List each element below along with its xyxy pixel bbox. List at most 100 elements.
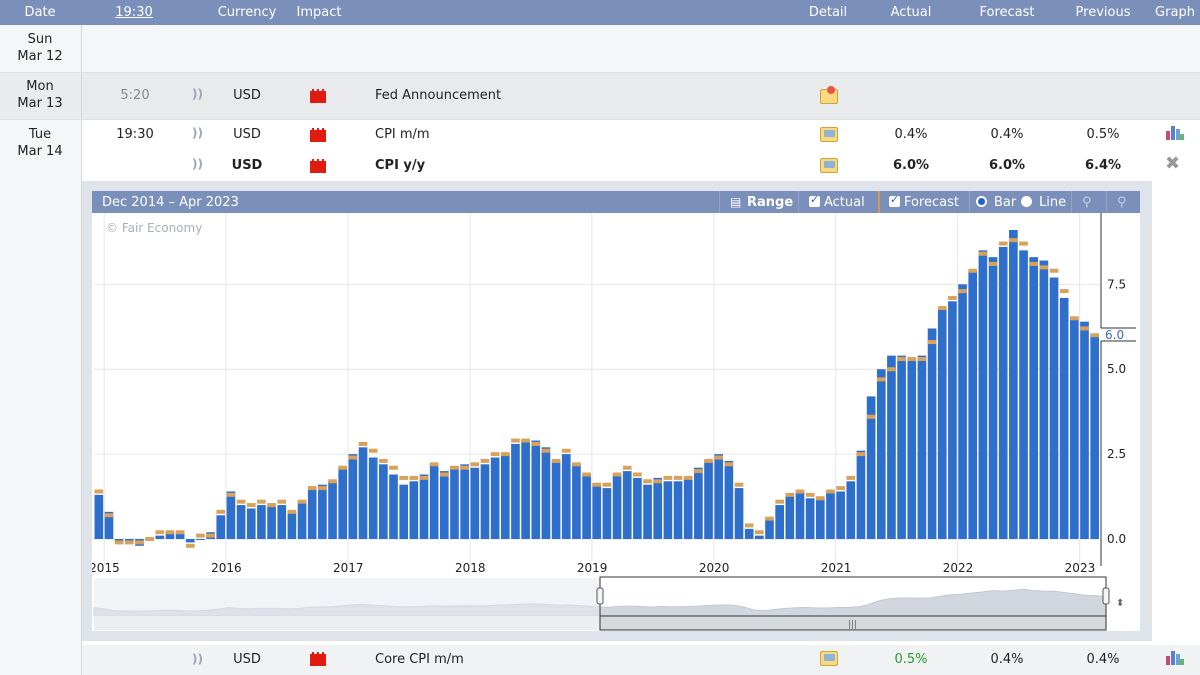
forecast-marker[interactable] — [937, 306, 947, 311]
actual-bar[interactable] — [531, 440, 541, 540]
forecast-marker[interactable] — [206, 533, 215, 538]
forecast-marker[interactable] — [318, 486, 327, 491]
actual-bar[interactable] — [389, 474, 398, 540]
forecast-marker[interactable] — [155, 530, 165, 535]
forecast-marker[interactable] — [267, 503, 276, 508]
actual-bar[interactable] — [358, 447, 368, 540]
forecast-marker[interactable] — [998, 241, 1008, 246]
actual-bar[interactable] — [511, 443, 520, 540]
actual-bar[interactable] — [399, 484, 409, 540]
close-graph-icon[interactable]: ✖ — [1165, 153, 1180, 174]
actual-bar[interactable] — [1029, 257, 1039, 540]
actual-bar[interactable] — [714, 454, 724, 540]
actual-bar[interactable] — [795, 491, 805, 540]
zoom-out-button[interactable]: ⚲ — [1106, 191, 1140, 213]
forecast-marker[interactable] — [755, 530, 764, 535]
forecast-marker[interactable] — [216, 509, 226, 514]
forecast-marker[interactable] — [399, 475, 409, 480]
forecast-marker[interactable] — [866, 414, 876, 419]
actual-bar[interactable] — [267, 505, 276, 540]
forecast-marker[interactable] — [307, 486, 317, 491]
event-name[interactable]: Fed Announcement — [375, 88, 501, 103]
detail-folder-icon[interactable] — [820, 127, 838, 142]
range-button[interactable]: ▤ Range — [719, 191, 798, 213]
actual-bar[interactable] — [561, 454, 571, 540]
forecast-marker[interactable] — [602, 482, 612, 487]
bar-chart-icon[interactable] — [1166, 124, 1184, 140]
forecast-marker[interactable] — [104, 513, 114, 518]
actual-bar[interactable] — [673, 481, 683, 540]
actual-bar[interactable] — [643, 484, 652, 540]
forecast-marker[interactable] — [246, 503, 256, 508]
actual-bar[interactable] — [622, 471, 632, 540]
actual-bar[interactable] — [887, 355, 896, 540]
actual-bar[interactable] — [1009, 229, 1018, 540]
forecast-marker[interactable] — [1049, 268, 1059, 273]
forecast-marker[interactable] — [897, 357, 906, 362]
actual-bar[interactable] — [948, 301, 957, 540]
actual-bar[interactable] — [704, 460, 713, 540]
forecast-marker[interactable] — [775, 499, 784, 504]
forecast-marker[interactable] — [724, 462, 734, 467]
actual-bar[interactable] — [683, 477, 693, 540]
actual-bar[interactable] — [775, 505, 784, 540]
actual-bar[interactable] — [429, 464, 439, 540]
actual-bar[interactable] — [978, 250, 988, 540]
scroll-arrows-icon[interactable]: ⬍ — [1116, 598, 1124, 609]
forecast-marker[interactable] — [500, 452, 510, 457]
actual-bar[interactable] — [917, 355, 927, 540]
actual-bar[interactable] — [805, 498, 815, 540]
bar-radio[interactable] — [976, 196, 987, 207]
cpi-yy-chart[interactable]: © Fair Economy 0.0 2.5 5.0 7.5 6.0 2015 2016 201… — [89, 213, 1140, 631]
forecast-marker[interactable] — [257, 499, 266, 504]
actual-bar[interactable] — [856, 450, 866, 540]
actual-bar[interactable] — [185, 539, 195, 543]
forecast-marker[interactable] — [1059, 289, 1069, 294]
forecast-marker[interactable] — [165, 530, 175, 535]
forecast-marker[interactable] — [805, 492, 815, 497]
line-radio[interactable] — [1021, 196, 1032, 207]
actual-bar[interactable] — [379, 464, 388, 540]
actual-bar[interactable] — [815, 498, 825, 540]
forecast-marker[interactable] — [389, 465, 398, 470]
forecast-marker[interactable] — [1090, 333, 1099, 338]
actual-bar[interactable] — [602, 488, 612, 540]
actual-bar[interactable] — [785, 494, 795, 540]
forecast-marker[interactable] — [653, 479, 663, 484]
table-row[interactable]: )) USD Core CPI m/m 0.5% 0.4% 0.4% — [82, 645, 1200, 675]
forecast-marker[interactable] — [297, 499, 307, 504]
actual-bar[interactable] — [897, 355, 906, 540]
forecast-marker[interactable] — [795, 489, 805, 494]
actual-bar[interactable] — [287, 511, 297, 540]
actual-bar[interactable] — [836, 491, 845, 540]
forecast-marker[interactable] — [551, 458, 561, 463]
forecast-marker[interactable] — [94, 489, 104, 494]
actual-bar[interactable] — [450, 467, 459, 540]
forecast-marker[interactable] — [561, 448, 571, 453]
forecast-marker[interactable] — [1070, 316, 1079, 321]
forecast-marker[interactable] — [287, 509, 297, 514]
actual-bar[interactable] — [755, 535, 764, 540]
actual-bar[interactable] — [734, 488, 744, 540]
forecast-marker[interactable] — [734, 482, 744, 487]
forecast-marker[interactable] — [1009, 238, 1018, 243]
left-range-handle[interactable] — [596, 587, 604, 605]
actual-bar[interactable] — [541, 447, 551, 540]
actual-bar[interactable] — [328, 481, 337, 540]
actual-bar[interactable] — [1070, 318, 1079, 540]
forecast-marker[interactable] — [368, 448, 378, 453]
actual-bar[interactable] — [338, 467, 348, 540]
actual-bar[interactable] — [927, 328, 937, 540]
forecast-marker[interactable] — [968, 268, 978, 273]
forecast-marker[interactable] — [1019, 241, 1028, 246]
forecast-marker[interactable] — [348, 455, 358, 460]
zoom-in-button[interactable]: ⚲ — [1071, 191, 1105, 213]
forecast-marker[interactable] — [836, 486, 845, 491]
actual-bar[interactable] — [551, 460, 561, 540]
actual-bar[interactable] — [724, 460, 734, 540]
actual-bar[interactable] — [297, 501, 307, 540]
forecast-marker[interactable] — [226, 492, 236, 497]
forecast-marker[interactable] — [856, 452, 866, 457]
forecast-marker[interactable] — [531, 441, 541, 446]
forecast-marker[interactable] — [876, 377, 886, 382]
